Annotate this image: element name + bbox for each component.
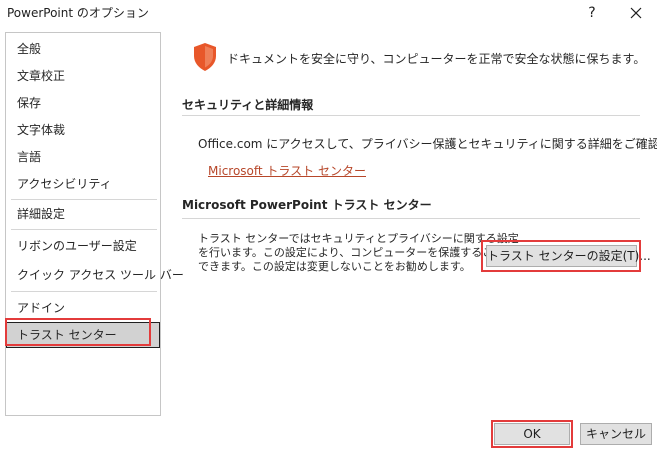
security-description: Office.com にアクセスして、プライバシー保護とセキュリティに関する詳細… xyxy=(198,137,657,151)
sidebar-item-quick-access-toolbar[interactable]: クイック アクセス ツール バー xyxy=(6,263,184,287)
sidebar-item-general[interactable]: 全般 xyxy=(6,37,160,61)
sidebar-divider xyxy=(11,291,157,292)
sidebar-item-typography[interactable]: 文字体裁 xyxy=(6,118,160,142)
main-panel: ドキュメントを安全に守り、コンピューターを正常で安全な状態に保ちます。 セキュリ… xyxy=(170,32,657,412)
sidebar-item-trust-center[interactable]: トラスト センター xyxy=(6,322,160,348)
ok-button[interactable]: OK xyxy=(494,423,570,445)
sidebar-item-proofing[interactable]: 文章校正 xyxy=(6,64,160,88)
microsoft-trust-center-link[interactable]: Microsoft トラスト センター xyxy=(208,162,366,179)
cancel-button[interactable]: キャンセル xyxy=(580,423,652,445)
help-button[interactable]: ? xyxy=(572,0,612,26)
options-dialog: PowerPoint のオプション ? 全般 文章校正 保存 文字体裁 言語 ア… xyxy=(0,0,657,450)
trust-description: トラスト センターではセキュリティとプライバシーに関する設定 を行います。この設… xyxy=(198,232,519,274)
shield-icon xyxy=(194,43,216,71)
title-bar: PowerPoint のオプション ? xyxy=(0,0,657,28)
category-sidebar: 全般 文章校正 保存 文字体裁 言語 アクセシビリティ 詳細設定 リボンのユーザ… xyxy=(5,32,184,416)
trust-description-line: トラスト センターではセキュリティとプライバシーに関する設定 xyxy=(198,232,519,245)
sidebar-item-accessibility[interactable]: アクセシビリティ xyxy=(6,172,160,196)
security-section-heading: セキュリティと詳細情報 xyxy=(182,98,314,112)
trust-center-settings-button[interactable]: トラスト センターの設定(T)... xyxy=(486,245,651,267)
section-divider xyxy=(182,218,640,219)
window-title: PowerPoint のオプション xyxy=(7,6,149,20)
sidebar-divider xyxy=(11,199,157,200)
sidebar-item-addins[interactable]: アドイン xyxy=(6,296,160,320)
sidebar-item-language[interactable]: 言語 xyxy=(6,145,160,169)
sidebar-item-customize-ribbon[interactable]: リボンのユーザー設定 xyxy=(6,234,160,258)
trust-description-line: できます。この設定は変更しないことをお勧めします。 xyxy=(198,260,471,273)
trust-description-line: を行います。この設定により、コンピューターを保護することが xyxy=(198,246,516,259)
close-button[interactable] xyxy=(616,0,656,26)
intro-text: ドキュメントを安全に守り、コンピューターを正常で安全な状態に保ちます。 xyxy=(227,52,646,66)
close-icon xyxy=(630,7,642,19)
section-divider xyxy=(182,115,640,116)
sidebar-item-save[interactable]: 保存 xyxy=(6,91,160,115)
sidebar-divider xyxy=(11,229,157,230)
trust-section-heading: Microsoft PowerPoint トラスト センター xyxy=(182,198,432,212)
sidebar-item-advanced[interactable]: 詳細設定 xyxy=(6,202,160,226)
